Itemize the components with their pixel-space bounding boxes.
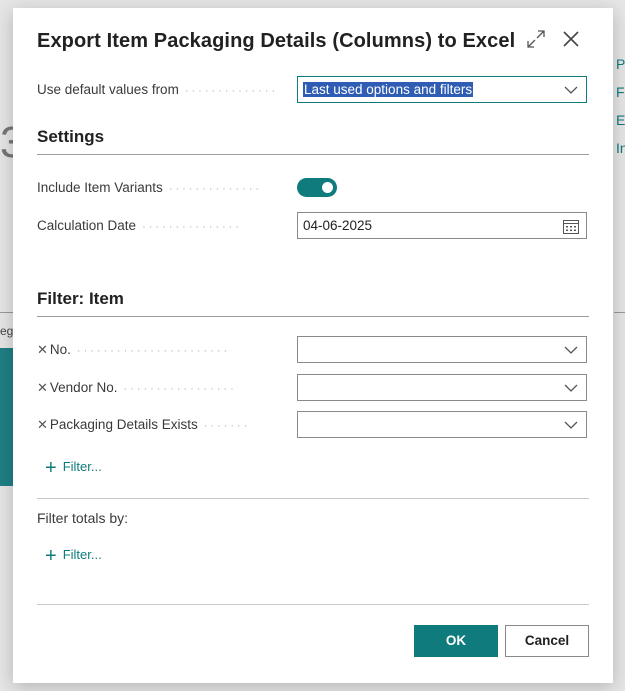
settings-divider [37, 154, 589, 155]
plus-icon: + [45, 457, 57, 479]
calculation-date-field[interactable]: 04-06-2025 [297, 212, 587, 239]
background-link: Fi [616, 84, 625, 100]
filter-no-select[interactable] [297, 336, 587, 363]
background-divider [0, 312, 14, 313]
plus-icon: + [45, 545, 57, 567]
cancel-button[interactable]: Cancel [505, 625, 589, 657]
remove-filter-icon[interactable]: ✕ [37, 342, 48, 357]
chevron-down-icon [564, 384, 578, 392]
use-default-select[interactable]: Last used options and filters [297, 76, 587, 103]
chevron-down-icon [564, 346, 578, 354]
expand-icon[interactable] [525, 28, 547, 50]
background-teal-panel [0, 348, 14, 486]
filter-item-divider [37, 316, 589, 317]
close-icon[interactable] [560, 28, 582, 50]
filter-row-no-label: ✕ No. ······················· [37, 342, 231, 357]
toggle-knob [322, 182, 333, 193]
filter-item-section-title: Filter: Item [37, 289, 124, 308]
ok-button[interactable]: OK [414, 625, 498, 657]
add-totals-filter-link[interactable]: + Filter... [45, 545, 102, 568]
filter-packaging-select[interactable] [297, 411, 587, 438]
remove-filter-icon[interactable]: ✕ [37, 380, 48, 395]
settings-section-title: Settings [37, 127, 105, 146]
filter-totals-divider [37, 498, 589, 499]
filter-row-packaging-label: ✕ Packaging Details Exists ······· [37, 417, 251, 432]
filter-vendor-select[interactable] [297, 374, 587, 401]
chevron-down-icon [564, 86, 578, 94]
export-dialog: Export Item Packaging Details (Columns) … [13, 8, 613, 683]
dialog-title: Export Item Packaging Details (Columns) … [37, 30, 516, 52]
include-variants-label: Include Item Variants ·············· [37, 180, 263, 195]
calculation-date-value: 04-06-2025 [303, 218, 373, 233]
chevron-down-icon [564, 421, 578, 429]
footer-divider [37, 604, 589, 605]
use-default-label: Use default values from ·············· [37, 82, 279, 97]
background-link: P [616, 56, 625, 72]
filter-row-vendor-label: ✕ Vendor No. ················· [37, 380, 237, 395]
include-variants-toggle[interactable] [297, 178, 337, 197]
background-divider [614, 312, 625, 313]
use-default-value: Last used options and filters [303, 82, 474, 97]
background-link: In [616, 140, 625, 156]
remove-filter-icon[interactable]: ✕ [37, 417, 48, 432]
calendar-icon[interactable] [563, 219, 579, 234]
background-label: eg [0, 324, 14, 338]
add-item-filter-link[interactable]: + Filter... [45, 457, 102, 480]
calculation-date-label: Calculation Date ··············· [37, 218, 243, 233]
filter-totals-label: Filter totals by: [37, 510, 129, 526]
background-link: Es [616, 112, 625, 128]
